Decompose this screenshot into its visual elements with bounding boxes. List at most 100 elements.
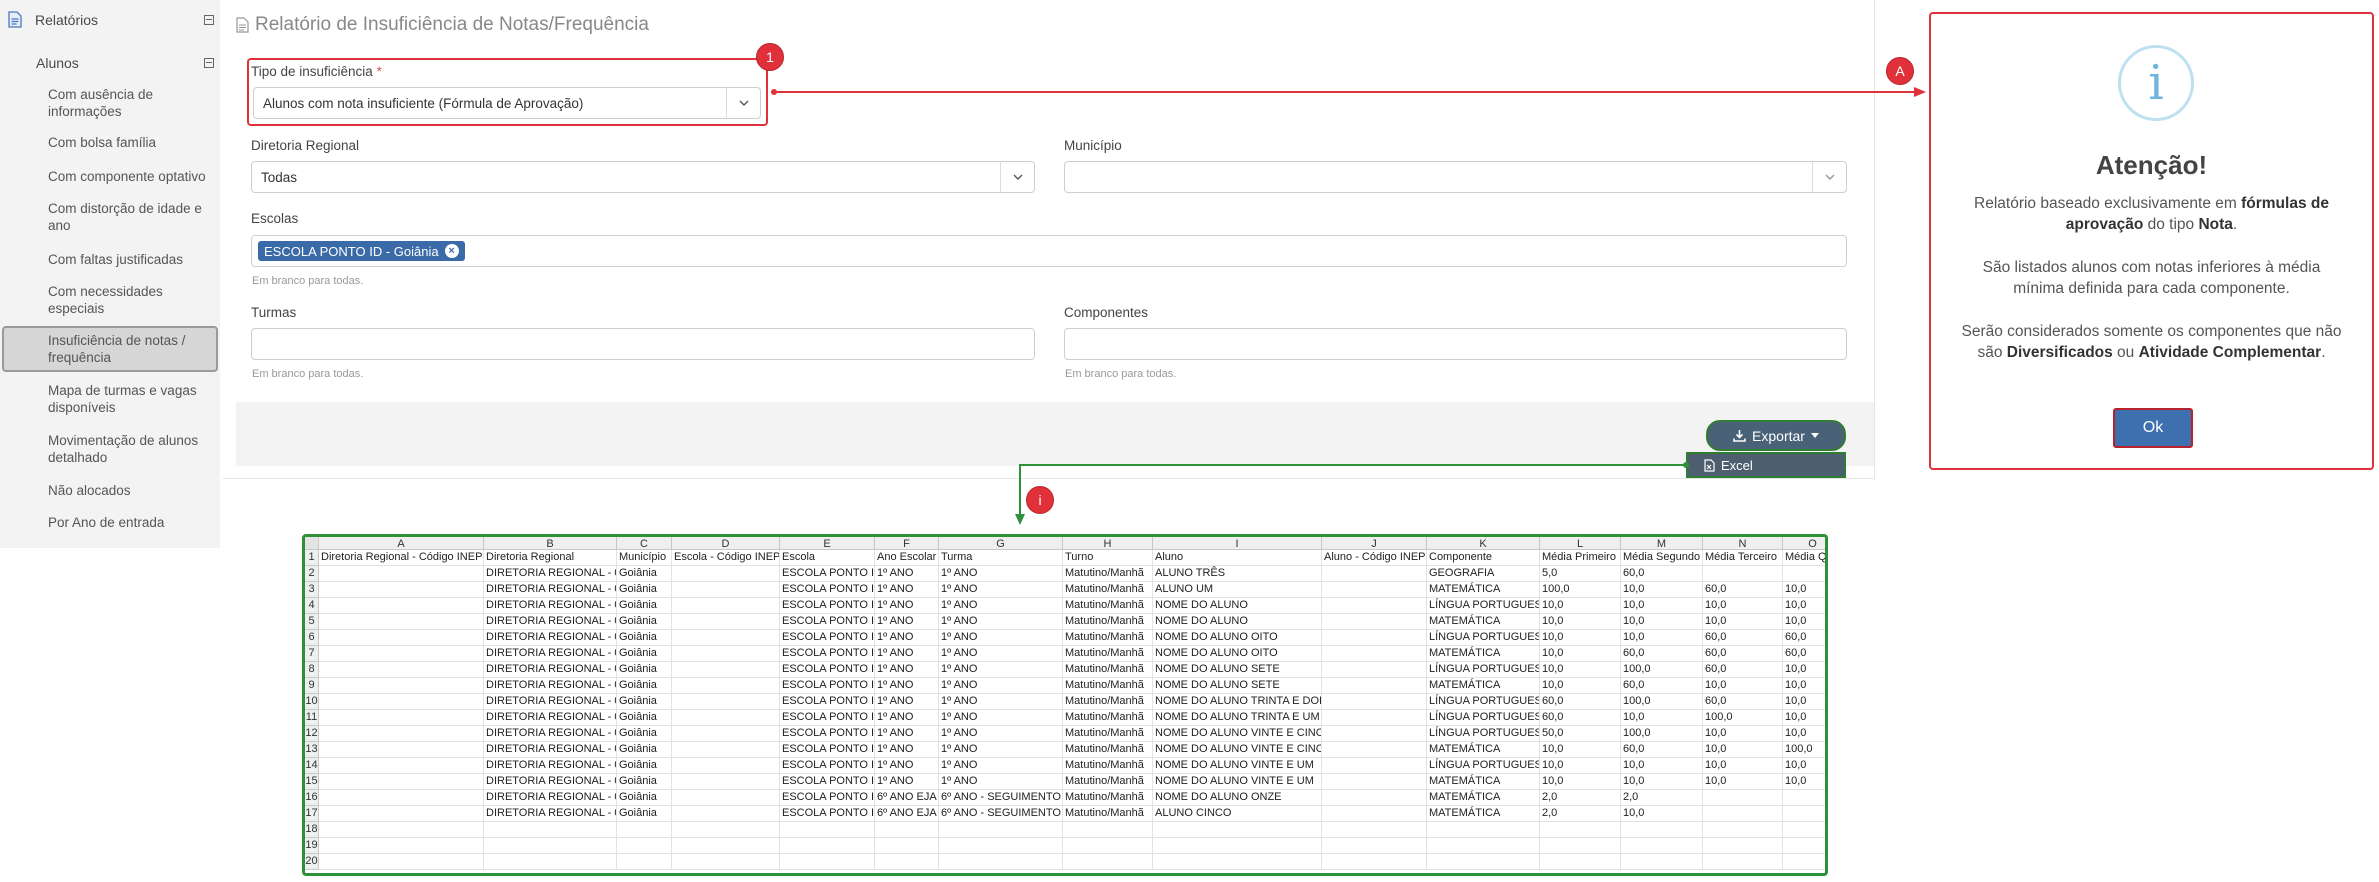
table-cell: MATEMÁTICA <box>1427 790 1540 806</box>
row-number: 7 <box>305 646 319 662</box>
table-cell <box>319 726 484 742</box>
table-cell: Matutino/Manhã <box>1063 598 1153 614</box>
table-cell <box>1427 838 1540 854</box>
table-cell: 10,0 <box>1540 646 1621 662</box>
table-cell: Goiânia <box>617 774 672 790</box>
table-cell <box>1783 822 1825 838</box>
table-cell: 60,0 <box>1621 646 1703 662</box>
table-cell: Diretoria Regional - Código INEP <box>319 550 484 566</box>
table-cell: NOME DO ALUNO <box>1153 614 1322 630</box>
table-cell: 1º ANO <box>875 726 939 742</box>
table-cell: 2,0 <box>1621 790 1703 806</box>
table-cell: 10,0 <box>1540 630 1621 646</box>
table-cell <box>672 854 780 870</box>
table-cell: 1º ANO <box>875 694 939 710</box>
table-cell: ESCOLA PONTO ID <box>780 694 875 710</box>
table-cell: 10,0 <box>1703 742 1783 758</box>
table-cell: 10,0 <box>1540 614 1621 630</box>
table-cell: 1º ANO <box>875 582 939 598</box>
table-cell: Goiânia <box>617 630 672 646</box>
row-number: 15 <box>305 774 319 790</box>
table-cell <box>1063 854 1153 870</box>
table-cell: 1º ANO <box>939 630 1063 646</box>
table-cell <box>1783 790 1825 806</box>
table-cell: MATEMÁTICA <box>1427 582 1540 598</box>
table-cell <box>1783 854 1825 870</box>
table-cell: ALUNO TRÊS <box>1153 566 1322 582</box>
table-cell: 60,0 <box>1783 630 1825 646</box>
row-number: 9 <box>305 678 319 694</box>
table-cell <box>1322 710 1427 726</box>
table-cell <box>1322 854 1427 870</box>
table-cell: 100,0 <box>1621 662 1703 678</box>
alert-paragraph-1: Relatório baseado exclusivamente em fórm… <box>1974 195 2329 233</box>
table-cell: Aluno <box>1153 550 1322 566</box>
table-cell <box>1783 566 1825 582</box>
row-number: 13 <box>305 742 319 758</box>
table-cell: 10,0 <box>1621 806 1703 822</box>
table-cell: 10,0 <box>1783 678 1825 694</box>
table-cell: Goiânia <box>617 742 672 758</box>
table-cell: Turno <box>1063 550 1153 566</box>
table-cell: Matutino/Manhã <box>1063 774 1153 790</box>
table-cell: Matutino/Manhã <box>1063 726 1153 742</box>
table-cell: DIRETORIA REGIONAL - 01 <box>484 582 617 598</box>
table-cell: 10,0 <box>1703 726 1783 742</box>
table-cell: LÍNGUA PORTUGUESA <box>1427 598 1540 614</box>
table-cell: LÍNGUA PORTUGUESA <box>1427 630 1540 646</box>
table-cell: ESCOLA PONTO ID <box>780 742 875 758</box>
column-header: C <box>617 537 672 550</box>
table-cell: Goiânia <box>617 806 672 822</box>
table-cell <box>1322 582 1427 598</box>
table-cell: Goiânia <box>617 678 672 694</box>
table-cell: DIRETORIA REGIONAL - 01 <box>484 742 617 758</box>
table-cell <box>1322 806 1427 822</box>
row-number: 14 <box>305 758 319 774</box>
table-cell: ALUNO UM <box>1153 582 1322 598</box>
column-header: H <box>1063 537 1153 550</box>
table-cell: 60,0 <box>1703 630 1783 646</box>
table-cell: 60,0 <box>1703 646 1783 662</box>
table-cell <box>1322 566 1427 582</box>
table-cell <box>319 854 484 870</box>
spreadsheet-preview: A B C D E F G H I J K L M N O 1 Diretoria Regional - Cód… <box>302 534 1828 876</box>
table-cell: DIRETORIA REGIONAL - 01 <box>484 790 617 806</box>
table-cell: NOME DO ALUNO VINTE E UM <box>1153 774 1322 790</box>
table-cell <box>1153 854 1322 870</box>
table-cell <box>617 822 672 838</box>
table-cell: 10,0 <box>1783 774 1825 790</box>
table-cell <box>1703 822 1783 838</box>
table-cell: 1º ANO <box>939 758 1063 774</box>
table-cell: NOME DO ALUNO ONZE <box>1153 790 1322 806</box>
column-header: A <box>319 537 484 550</box>
table-cell <box>1322 774 1427 790</box>
table-cell: 10,0 <box>1621 758 1703 774</box>
alert-paragraph-3: Serão considerados somente os componente… <box>1961 323 2342 361</box>
table-cell: 10,0 <box>1703 774 1783 790</box>
row-number: 2 <box>305 566 319 582</box>
table-cell <box>1703 806 1783 822</box>
table-cell: 60,0 <box>1621 678 1703 694</box>
table-cell: 10,0 <box>1783 726 1825 742</box>
table-cell <box>319 838 484 854</box>
table-cell: 1º ANO <box>939 646 1063 662</box>
table-cell <box>617 838 672 854</box>
table-cell <box>319 614 484 630</box>
table-cell: Matutino/Manhã <box>1063 742 1153 758</box>
table-cell: MATEMÁTICA <box>1427 806 1540 822</box>
table-cell: 10,0 <box>1621 582 1703 598</box>
ok-button[interactable]: Ok <box>2113 408 2193 448</box>
table-cell: 60,0 <box>1540 694 1621 710</box>
table-cell: 6º ANO EJA <box>875 806 939 822</box>
table-cell: Município <box>617 550 672 566</box>
table-cell <box>1153 838 1322 854</box>
table-cell <box>672 742 780 758</box>
table-cell: 100,0 <box>1621 694 1703 710</box>
table-cell: ESCOLA PONTO ID <box>780 614 875 630</box>
table-cell <box>1621 822 1703 838</box>
table-cell: 1º ANO <box>875 598 939 614</box>
table-cell <box>319 758 484 774</box>
table-cell: 6º ANO - SEGUIMENTO 2 <box>939 806 1063 822</box>
alert-dialog: i Atenção! Relatório baseado exclusivame… <box>1929 12 2374 470</box>
table-cell: 50,0 <box>1540 726 1621 742</box>
